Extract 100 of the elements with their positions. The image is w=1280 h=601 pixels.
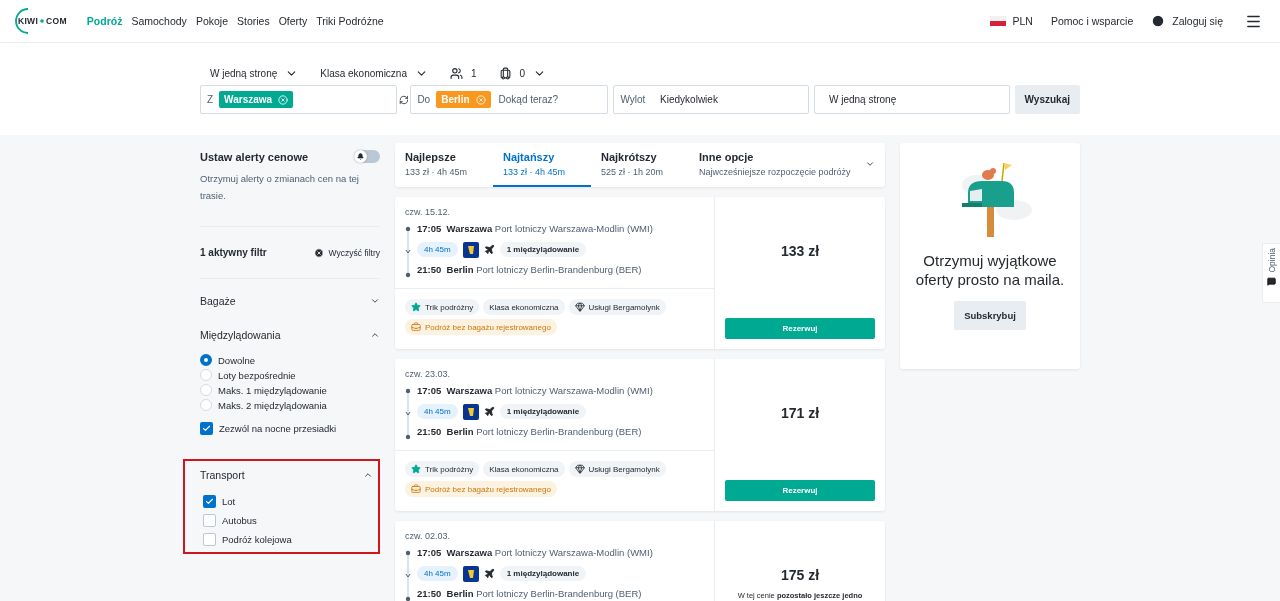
checkbox-option[interactable]: Zezwól na nocne przesiadki (200, 422, 380, 435)
feature-tag: Usługi Bergamolynk (568, 461, 666, 477)
radio-option[interactable]: Loty bezpośrednie (200, 369, 380, 381)
flight-date: czw. 15.12. (405, 207, 451, 217)
departure-field[interactable]: Wylot Kiedykolwiek (613, 85, 809, 114)
destination-field[interactable]: Do Berlin Dokąd teraz? (410, 85, 609, 114)
alert-description: Otrzymuj alerty o zmianach cen na tej trasie. (200, 172, 360, 203)
clear-filters-button[interactable]: Wyczyść filtry (313, 247, 380, 258)
airline-logo-icon (462, 241, 479, 258)
place-chip: Berlin (436, 91, 491, 108)
search-option[interactable]: 0 (498, 66, 547, 80)
arrival-info: 21:50 Berlin Port lotniczy Berlin-Brandenburg (BER) (417, 425, 643, 439)
check-icon (205, 497, 214, 506)
login-link[interactable]: Zaloguj się (1151, 14, 1223, 28)
checkbox-option[interactable]: Lot (203, 495, 373, 508)
chevron-down-icon (865, 159, 875, 169)
swap-icon[interactable] (398, 94, 409, 105)
search-option[interactable]: Klasa ekonomiczna (320, 66, 428, 80)
place-chip: Warszawa (219, 91, 294, 108)
return-field[interactable]: W jedną stronę (813, 85, 1010, 114)
bell-icon (357, 153, 364, 160)
departure-info: 17:05 Warszawa Port lotniczy Warszawa-Modlin (WMI) (417, 546, 653, 560)
chevron-up-icon (363, 470, 373, 480)
subscribe-button[interactable]: Subskrybuj (954, 301, 1026, 330)
currency-selector[interactable]: PLN (989, 15, 1033, 27)
nav-link[interactable]: Pokoje (195, 15, 228, 27)
airline-logo-icon (462, 403, 479, 420)
flight-date: czw. 02.03. (405, 531, 451, 541)
checkbox-option[interactable]: Podróż kolejowa (203, 533, 373, 546)
remove-icon[interactable] (278, 94, 289, 105)
plane-icon (483, 406, 495, 417)
sort-tab[interactable]: Inne opcje Najwcześniejsze rozpoczęcie podróży (689, 143, 885, 187)
chevron-up-icon (370, 330, 380, 340)
stops-badge: 1 międzylądowanie (499, 404, 587, 419)
arrival-info: 21:50 Berlin Port lotniczy Berlin-Brandenburg (BER) (417, 263, 643, 277)
flag-icon (989, 16, 1006, 26)
clear-icon (313, 247, 324, 258)
timeline-drawing (405, 226, 411, 278)
star-icon (411, 302, 421, 312)
sort-tab[interactable]: Najtańszy 133 zł · 4h 45m (493, 143, 591, 187)
airline-logo-icon (462, 565, 479, 582)
timeline-drawing (405, 388, 411, 440)
feature-tag: Podróż bez bagażu rejestrowanego (405, 481, 557, 497)
checkbox[interactable] (200, 422, 213, 435)
feedback-tab[interactable]: Opinia (1262, 243, 1280, 303)
passengers-icon (450, 66, 463, 80)
chat-icon (1267, 276, 1276, 286)
sort-tab[interactable]: Najlepsze 133 zł · 4h 45m (395, 143, 493, 187)
departure-info: 17:05 Warszawa Port lotniczy Warszawa-Modlin (WMI) (417, 222, 653, 236)
checkbox[interactable] (203, 514, 216, 527)
filter-section-header[interactable]: Bagaże (200, 295, 380, 307)
search-option[interactable]: 1 (450, 66, 477, 80)
help-link[interactable]: Pomoc i wsparcie (1050, 15, 1134, 27)
active-filters-label: 1 aktywny filtr (200, 247, 267, 258)
star-icon (411, 464, 421, 474)
gem-icon (574, 302, 585, 312)
gem-icon (574, 464, 585, 474)
timeline-drawing (405, 550, 411, 601)
stops-badge: 1 międzylądowanie (499, 566, 587, 581)
flight-date: czw. 23.03. (405, 369, 451, 379)
filter-section-header[interactable]: Transport (200, 469, 373, 481)
radio[interactable] (200, 354, 212, 366)
alert-toggle[interactable] (354, 150, 380, 163)
feature-tag: Trik podróżny (405, 461, 480, 477)
remove-icon[interactable] (475, 94, 486, 105)
stops-badge: 1 międzylądowanie (499, 242, 587, 257)
feature-tag: Klasa ekonomiczna (483, 461, 565, 477)
checkbox[interactable] (203, 495, 216, 508)
nav-link[interactable]: Samochody (131, 15, 187, 27)
checkbox[interactable] (203, 533, 216, 546)
user-icon (1151, 14, 1166, 28)
feature-tag: Podróż bez bagażu rejestrowanego (405, 319, 557, 335)
chevron-down-icon (370, 296, 380, 306)
price: 175 zł (780, 567, 820, 583)
newsletter-title: Otrzymuj wyjątkowe oferty prosto na maila. (914, 251, 1066, 289)
radio-option[interactable]: Dowolne (200, 354, 380, 366)
alert-title: Ustaw alerty cenowe (200, 150, 309, 163)
briefcase-icon (411, 322, 421, 332)
logo[interactable]: KIWI COM (9, 8, 71, 34)
checkbox-option[interactable]: Autobus (203, 514, 373, 527)
search-button[interactable]: Wyszukaj (1014, 85, 1080, 114)
nav-link[interactable]: Oferty (278, 15, 308, 27)
feature-tag: Trik podróżny (405, 299, 480, 315)
briefcase-icon (411, 484, 421, 494)
duration-badge: 4h 45m (417, 404, 458, 419)
price: 171 zł (780, 405, 820, 421)
search-option[interactable]: W jedną stronę (210, 66, 299, 80)
filter-section-header[interactable]: Międzylądowania (200, 329, 380, 341)
sort-tab[interactable]: Najkrótszy 525 zł · 1h 20m (591, 143, 689, 187)
nav-link[interactable]: Stories (237, 15, 270, 27)
radio-option[interactable]: Maks. 1 międzylądowanie (200, 384, 380, 396)
nav-link[interactable]: Triki Podróżne (316, 15, 384, 27)
duration-badge: 4h 45m (417, 566, 458, 581)
luggage-icon (498, 66, 512, 80)
feature-tag: Klasa ekonomiczna (483, 299, 565, 315)
origin-field[interactable]: Z Warszawa (200, 85, 397, 114)
feature-tag: Usługi Bergamolynk (568, 299, 666, 315)
check-icon (202, 424, 211, 433)
radio-option[interactable]: Maks. 2 międzylądowania (200, 399, 380, 411)
arrival-info: 21:50 Berlin Port lotniczy Berlin-Brandenburg (BER) (417, 587, 643, 601)
